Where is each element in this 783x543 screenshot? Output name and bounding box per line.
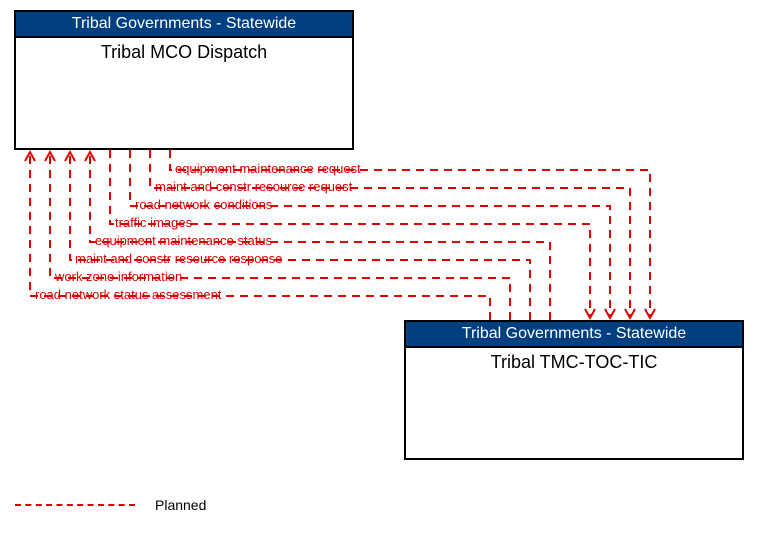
box2-body	[406, 377, 742, 457]
box1-header: Tribal Governments - Statewide	[16, 12, 352, 38]
flow-maint-constr-resource-request: maint and constr resource request	[155, 179, 352, 194]
flow-work-zone-information: work zone information	[55, 269, 182, 284]
box1-body	[16, 67, 352, 147]
box-tribal-mco-dispatch: Tribal Governments - Statewide Tribal MC…	[14, 10, 354, 150]
flow-maint-constr-resource-response: maint and constr resource response	[75, 251, 282, 266]
flow-road-network-status-assessment: road network status assessment	[35, 287, 221, 302]
flow-traffic-images: traffic images	[115, 215, 192, 230]
flow-road-network-conditions: road network conditions	[135, 197, 272, 212]
box2-header: Tribal Governments - Statewide	[406, 322, 742, 348]
legend-planned-label: Planned	[155, 497, 206, 513]
box1-title: Tribal MCO Dispatch	[16, 38, 352, 67]
box2-title: Tribal TMC-TOC-TIC	[406, 348, 742, 377]
flow-equipment-maintenance-status: equipment maintenance status	[95, 233, 272, 248]
box-tribal-tmc-toc-tic: Tribal Governments - Statewide Tribal TM…	[404, 320, 744, 460]
legend: Planned	[15, 497, 206, 513]
legend-dash-sample	[15, 504, 135, 506]
flow-equipment-maintenance-request: equipment maintenance request	[175, 161, 361, 176]
